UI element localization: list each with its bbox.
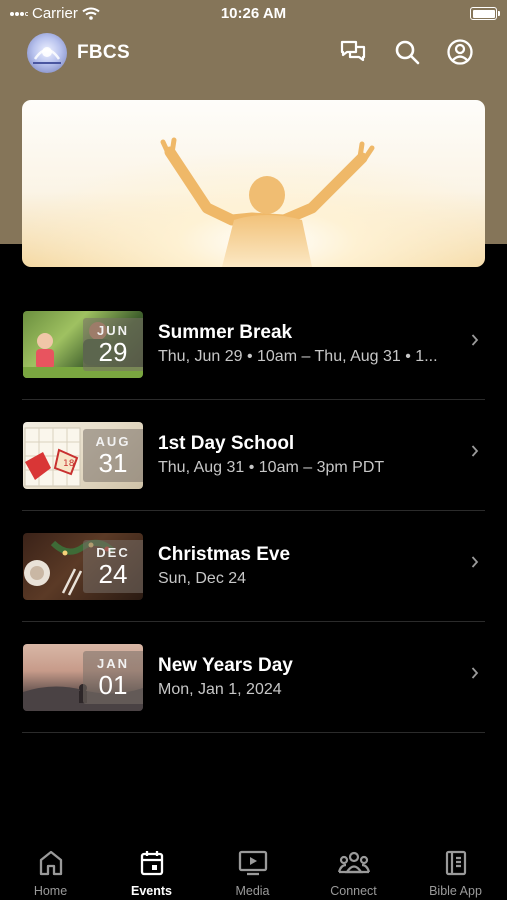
- event-row-summer-break[interactable]: JUN 29 Summer Break Thu, Jun 29 • 10am –…: [22, 289, 485, 400]
- date-day: 29: [98, 337, 128, 367]
- chevron-right-icon: [471, 445, 479, 457]
- event-subtitle: Mon, Jan 1, 2024: [158, 681, 282, 698]
- tab-bar: Home Events Media Connect Bible App: [0, 836, 507, 900]
- tab-events[interactable]: Events: [101, 836, 202, 900]
- chat-icon[interactable]: [339, 38, 367, 66]
- event-subtitle: Sun, Dec 24: [158, 570, 247, 587]
- home-icon: [39, 850, 62, 876]
- chevron-right-icon: [471, 556, 479, 568]
- church-logo[interactable]: [27, 33, 67, 73]
- date-day: 01: [98, 670, 128, 700]
- tab-label: Connect: [330, 884, 377, 898]
- date-month: JAN: [96, 656, 129, 671]
- tab-connect[interactable]: Connect: [303, 836, 404, 900]
- app-header: FBCS: [0, 30, 507, 76]
- date-badge: AUG 31: [83, 429, 143, 482]
- event-row-first-day-school[interactable]: 18 AUG 31 1st Day School Thu, Aug 31 • 1…: [22, 400, 485, 511]
- media-icon: [238, 850, 267, 876]
- tab-label: Events: [131, 884, 172, 898]
- date-month: JUN: [96, 323, 129, 338]
- date-badge: JAN 01: [83, 651, 143, 704]
- date-month: AUG: [95, 434, 131, 449]
- chevron-right-icon: [471, 667, 479, 679]
- date-badge: DEC 24: [83, 540, 143, 593]
- svg-text:18: 18: [63, 459, 75, 469]
- tab-label: Media: [235, 884, 270, 898]
- tab-home[interactable]: Home: [0, 836, 101, 900]
- event-title: New Years Day: [158, 655, 293, 676]
- people-icon: [337, 851, 370, 874]
- event-subtitle: Thu, Jun 29 • 10am – Thu, Aug 31 • 1...: [158, 348, 438, 365]
- calendar-icon: [140, 851, 163, 876]
- event-thumbnail: 18 AUG 31: [23, 422, 143, 489]
- date-day: 24: [98, 559, 128, 589]
- event-list: JUN 29 Summer Break Thu, Jun 29 • 10am –…: [22, 289, 485, 733]
- hero-banner-image[interactable]: [22, 100, 485, 267]
- date-month: DEC: [96, 545, 130, 560]
- event-thumbnail: JAN 01: [23, 644, 143, 711]
- tab-label: Bible App: [429, 884, 482, 898]
- tab-bible-app[interactable]: Bible App: [405, 836, 506, 900]
- event-title: 1st Day School: [158, 433, 295, 454]
- tab-label: Home: [33, 884, 68, 898]
- bible-icon: [445, 850, 466, 876]
- date-badge: JUN 29: [83, 318, 143, 371]
- event-row-christmas-eve[interactable]: DEC 24 Christmas Eve Sun, Dec 24: [22, 511, 485, 622]
- tab-media[interactable]: Media: [202, 836, 303, 900]
- chevron-right-icon: [471, 334, 479, 346]
- profile-icon[interactable]: [446, 38, 474, 66]
- app-title: FBCS: [77, 42, 130, 63]
- event-title: Summer Break: [158, 322, 293, 343]
- event-row-new-years-day[interactable]: JAN 01 New Years Day Mon, Jan 1, 2024: [22, 622, 485, 733]
- date-day: 31: [98, 448, 128, 478]
- search-icon[interactable]: [393, 38, 421, 66]
- status-bar: Carrier 10:26 AM: [0, 0, 507, 28]
- event-thumbnail: JUN 29: [23, 311, 143, 378]
- status-time: 10:26 AM: [220, 5, 287, 22]
- event-subtitle: Thu, Aug 31 • 10am – 3pm PDT: [158, 459, 385, 476]
- battery-icon: [470, 7, 500, 20]
- event-title: Christmas Eve: [158, 544, 291, 565]
- event-thumbnail: DEC 24: [23, 533, 143, 600]
